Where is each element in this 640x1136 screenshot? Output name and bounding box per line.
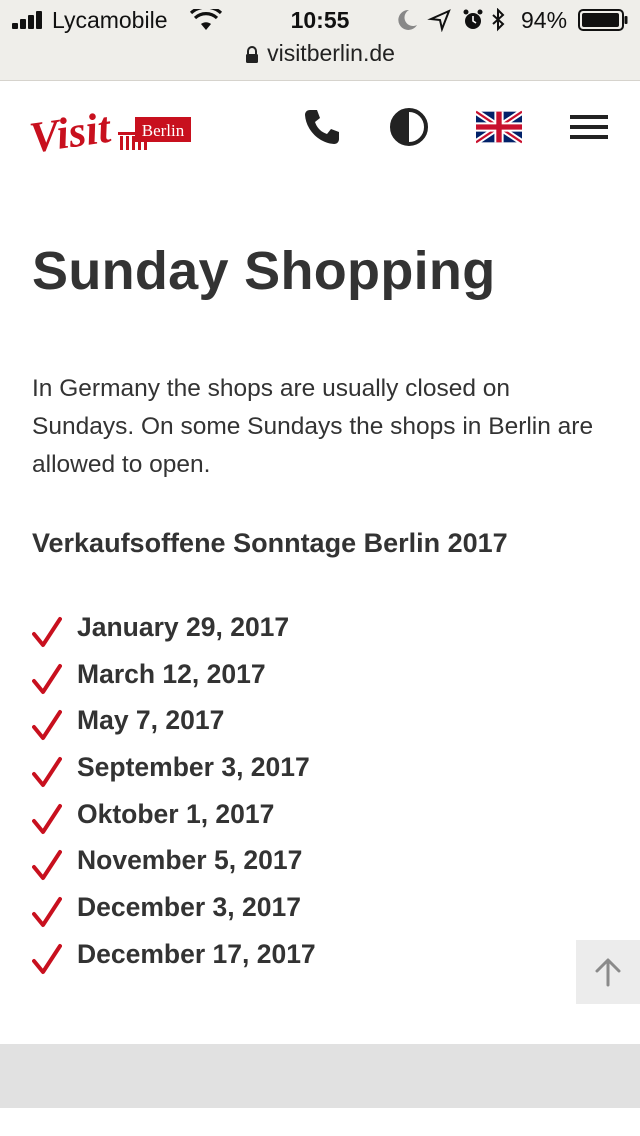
- date-label: November 5, 2017: [77, 845, 303, 876]
- date-label: May 7, 2017: [77, 705, 225, 736]
- checkmark-icon: [32, 943, 62, 974]
- list-item: December 17, 2017: [32, 937, 316, 984]
- date-label: December 17, 2017: [77, 938, 316, 969]
- lock-icon: [246, 46, 259, 63]
- logo-city: Berlin: [142, 121, 185, 140]
- location-icon: [427, 9, 451, 32]
- date-label: September 3, 2017: [77, 752, 310, 783]
- checkmark-icon: [32, 617, 62, 647]
- date-label: December 3, 2017: [77, 892, 301, 923]
- date-label: March 12, 2017: [77, 658, 266, 689]
- contrast-icon[interactable]: [385, 103, 433, 151]
- footer-band: [0, 1044, 640, 1108]
- checkmark-icon: [32, 757, 62, 788]
- url-text: visitberlin.de: [267, 40, 395, 66]
- scroll-to-top-button[interactable]: [576, 940, 640, 1004]
- hamburger-menu-icon[interactable]: [565, 103, 613, 151]
- list-item: Oktober 1, 2017: [32, 797, 316, 844]
- intro-paragraph: In Germany the shops are usually closed …: [32, 375, 594, 478]
- battery-icon: [578, 9, 628, 31]
- arrow-up-icon: [595, 958, 621, 987]
- bluetooth-icon: [492, 8, 505, 32]
- phone-icon[interactable]: [298, 103, 346, 151]
- list-item: January 29, 2017: [32, 610, 316, 657]
- list-item: March 12, 2017: [32, 657, 316, 704]
- list-item: May 7, 2017: [32, 703, 316, 750]
- uk-flag-icon[interactable]: [475, 103, 523, 151]
- checkmark-icon: [32, 897, 62, 928]
- checkmark-icon: [32, 803, 62, 834]
- page-title: Sunday Shopping: [32, 241, 496, 301]
- visitberlin-logo[interactable]: Visit Berlin: [30, 98, 195, 160]
- checkmark-icon: [32, 850, 62, 881]
- status-bar: Lycamobile 10:55 94% visitberlin.de: [0, 0, 640, 81]
- alarm-icon: [463, 9, 483, 29]
- section-subtitle: Verkaufsoffene Sonntage Berlin 2017: [32, 528, 508, 558]
- moon-icon: [398, 9, 417, 30]
- date-label: January 29, 2017: [77, 612, 290, 642]
- checkmark-icon: [32, 663, 62, 694]
- date-label: Oktober 1, 2017: [77, 798, 275, 829]
- logo-text: Visit: [30, 103, 115, 160]
- shopping-dates-list: January 29, 2017 March 12, 2017 May 7, 2…: [32, 610, 316, 984]
- site-header: Visit Berlin: [0, 81, 640, 181]
- list-item: December 3, 2017: [32, 890, 316, 937]
- checkmark-icon: [32, 710, 62, 741]
- list-item: November 5, 2017: [32, 843, 316, 890]
- main-content: Sunday Shopping In Germany the shops are…: [32, 236, 612, 974]
- battery-percent: 94%: [521, 7, 568, 33]
- list-item: September 3, 2017: [32, 750, 316, 797]
- url-bar[interactable]: visitberlin.de: [0, 40, 640, 70]
- status-icons: [398, 8, 505, 32]
